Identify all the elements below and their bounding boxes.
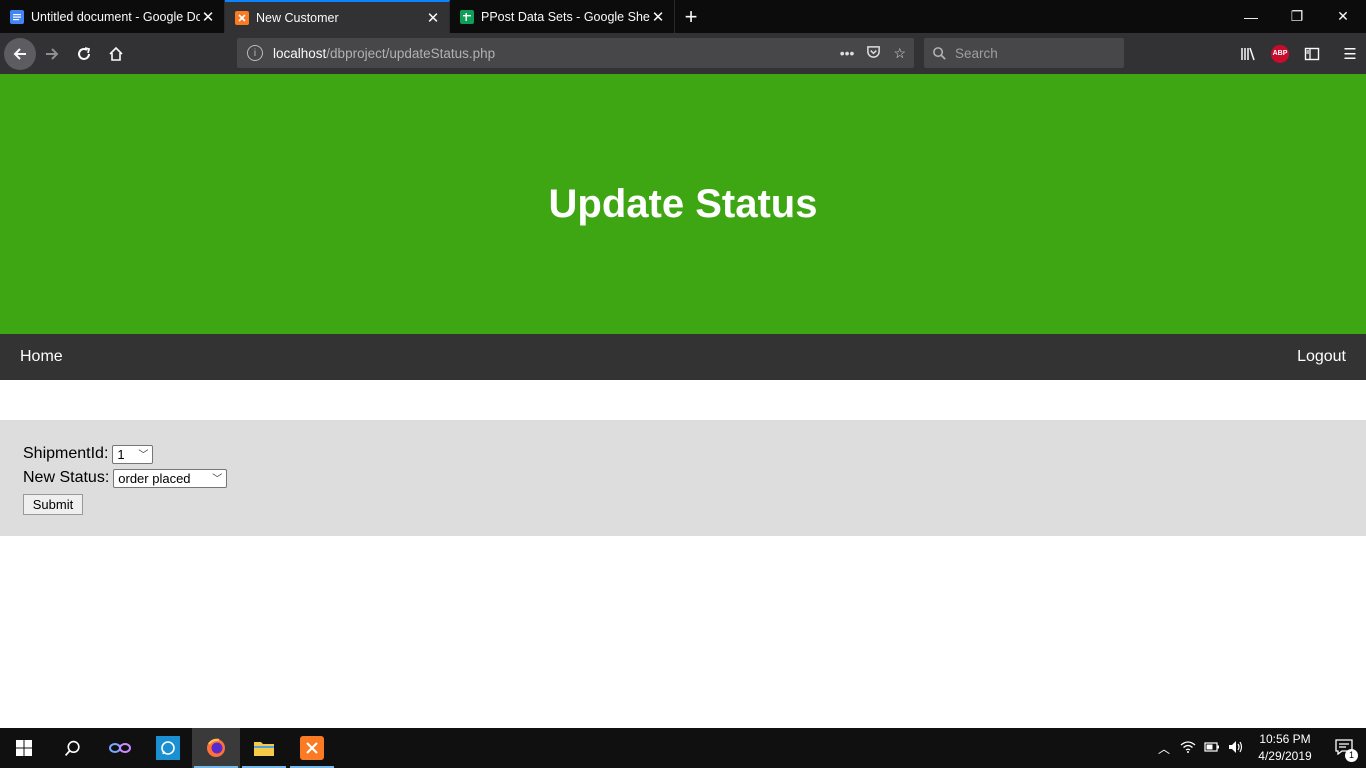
tab-strip: Untitled document - Google Do ✕ New Cust… [0, 0, 1366, 33]
status-row: New Status: order placed ﹀ [23, 466, 1343, 490]
page-content: Update Status Home Logout ShipmentId: 1 … [0, 74, 1366, 728]
tab-new-customer[interactable]: New Customer ✕ [225, 0, 450, 33]
search-input[interactable] [955, 45, 1105, 61]
home-button[interactable] [100, 38, 132, 70]
header-banner: Update Status [0, 74, 1366, 334]
windows-start-icon[interactable] [0, 728, 48, 768]
notifications-icon[interactable]: 1 [1322, 738, 1366, 762]
close-tab-icon[interactable]: ✕ [200, 8, 216, 26]
window-controls: — ❐ ✕ [1228, 0, 1366, 33]
url-bar[interactable]: i localhost/dbproject/updateStatus.php •… [237, 38, 914, 68]
url-path: /dbproject/updateStatus.php [326, 45, 496, 61]
search-bar[interactable] [924, 38, 1124, 68]
task-view-icon[interactable] [96, 728, 144, 768]
back-button[interactable] [4, 37, 36, 70]
search-icon [933, 46, 946, 60]
more-actions-icon[interactable]: ••• [840, 45, 855, 61]
firefox-icon[interactable] [192, 728, 240, 768]
search-icon[interactable] [48, 728, 96, 768]
clock-time: 10:56 PM [1259, 732, 1311, 746]
status-label: New Status: [23, 469, 110, 486]
shipment-row: ShipmentId: 1 ﹀ [23, 442, 1343, 466]
library-icon[interactable] [1232, 38, 1264, 70]
battery-icon[interactable] [1200, 741, 1224, 755]
adblock-icon[interactable]: ABP [1264, 38, 1296, 70]
tab-title: PPost Data Sets - Google Sheet [481, 9, 650, 24]
system-tray: ︿ 10:56 PM 4/29/2019 1 [1152, 728, 1366, 768]
forward-button[interactable] [36, 38, 68, 70]
menu-icon[interactable]: ☰ [1334, 38, 1366, 70]
close-tab-icon[interactable]: ✕ [650, 8, 666, 26]
xampp-icon[interactable] [288, 728, 336, 768]
new-tab-button[interactable]: + [675, 0, 707, 33]
shipment-label: ShipmentId: [23, 445, 109, 462]
minimize-icon[interactable]: — [1228, 0, 1274, 33]
tab-google-sheets[interactable]: PPost Data Sets - Google Sheet ✕ [450, 0, 675, 33]
abp-badge: ABP [1271, 44, 1289, 63]
clock[interactable]: 10:56 PM 4/29/2019 [1248, 731, 1322, 765]
nav-home-link[interactable]: Home [20, 348, 63, 366]
info-icon[interactable]: i [247, 45, 263, 61]
chevron-up-icon[interactable]: ︿ [1152, 740, 1176, 757]
clock-date: 4/29/2019 [1258, 749, 1312, 763]
restore-icon[interactable]: ❐ [1274, 0, 1320, 33]
volume-icon[interactable] [1224, 740, 1248, 757]
file-explorer-icon[interactable] [240, 728, 288, 768]
google-docs-icon [10, 9, 24, 24]
reload-button[interactable] [68, 38, 100, 70]
sidebar-icon[interactable] [1296, 38, 1328, 70]
submit-button[interactable]: Submit [23, 494, 83, 515]
whatsapp-icon[interactable] [144, 728, 192, 768]
windows-taskbar: ︿ 10:56 PM 4/29/2019 1 [0, 728, 1366, 768]
navigation-toolbar: i localhost/dbproject/updateStatus.php •… [0, 33, 1366, 74]
tab-google-docs[interactable]: Untitled document - Google Do ✕ [0, 0, 225, 33]
tab-title: Untitled document - Google Do [31, 9, 200, 24]
toolbar-right: ABP ☰ [1232, 33, 1366, 74]
tab-title: New Customer [256, 10, 339, 25]
google-sheets-icon [460, 9, 474, 24]
page-title: Update Status [548, 181, 818, 226]
close-tab-icon[interactable]: ✕ [425, 9, 441, 27]
shipment-id-value: 1 [117, 446, 125, 462]
chevron-down-icon: ﹀ [212, 473, 223, 485]
status-value: order placed [118, 470, 191, 486]
close-window-icon[interactable]: ✕ [1320, 0, 1366, 33]
pocket-icon[interactable] [866, 44, 881, 62]
notification-count-badge: 1 [1345, 748, 1358, 762]
chevron-down-icon: ﹀ [138, 449, 149, 461]
xampp-icon [235, 10, 249, 25]
update-status-form: ShipmentId: 1 ﹀ New Status: order placed… [0, 420, 1366, 536]
bookmark-star-icon[interactable]: ☆ [893, 45, 906, 62]
new-status-select[interactable]: order placed ﹀ [113, 468, 228, 488]
top-nav: Home Logout [0, 334, 1366, 380]
url-host: localhost [273, 45, 327, 61]
nav-logout-link[interactable]: Logout [1297, 348, 1346, 366]
wifi-icon[interactable] [1176, 740, 1200, 757]
shipment-id-select[interactable]: 1 ﹀ [112, 444, 154, 464]
